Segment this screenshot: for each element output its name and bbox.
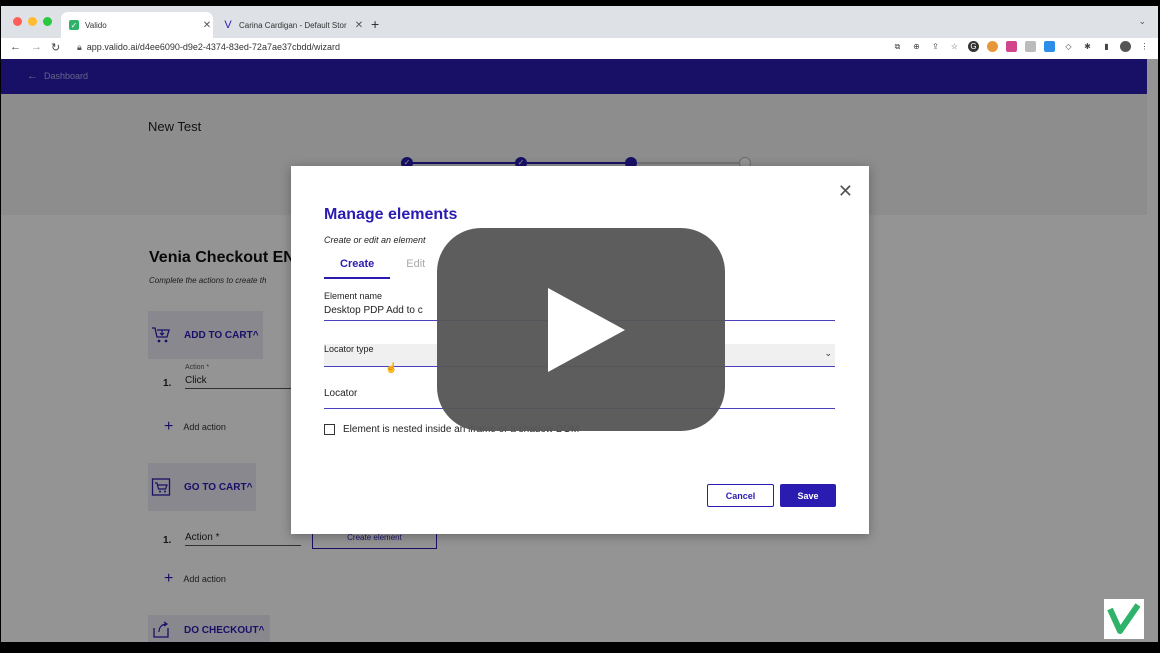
tab-title: Carina Cardigan - Default Stor	[239, 20, 347, 30]
hand-cursor-icon: ☝	[385, 363, 398, 374]
extension-g-icon[interactable]: G	[968, 41, 979, 52]
url-field[interactable]: 🔒︎ app.valido.ai/d4ee6090-d9e2-4374-83ed-…	[77, 42, 340, 53]
minimize-window-button[interactable]	[28, 17, 37, 26]
iframe-checkbox[interactable]	[324, 424, 335, 435]
sidebar-toggle-icon[interactable]: ▮	[1101, 41, 1112, 52]
tab-title: Valido	[85, 20, 107, 30]
address-bar: ← → ↻ 🔒︎ app.valido.ai/d4ee6090-d9e2-4374…	[1, 38, 1158, 60]
browser-window: ✓ Valido ✕ V Carina Cardigan - Default S…	[1, 6, 1158, 642]
cancel-button[interactable]: Cancel	[707, 484, 774, 507]
extension-blue-icon[interactable]	[1044, 41, 1055, 52]
save-button[interactable]: Save	[780, 484, 836, 507]
profile-avatar[interactable]	[1120, 41, 1131, 52]
bookmark-star-icon[interactable]: ☆	[949, 41, 960, 52]
browser-menu-icon[interactable]: ⋮	[1139, 41, 1150, 52]
reload-icon[interactable]: ↻	[51, 41, 60, 54]
zoom-icon[interactable]: ⊕	[911, 41, 922, 52]
valido-favicon-icon: ✓	[69, 20, 79, 30]
tab-edit[interactable]: Edit	[390, 258, 441, 279]
browser-tab-valido[interactable]: ✓ Valido ✕	[61, 12, 213, 38]
extension-cookie-icon[interactable]	[987, 41, 998, 52]
url-text: app.valido.ai/d4ee6090-d9e2-4374-83ed-72…	[86, 42, 340, 52]
tab-bar: ✓ Valido ✕ V Carina Cardigan - Default S…	[1, 6, 1158, 38]
close-tab-icon[interactable]: ✕	[353, 20, 365, 31]
extension-gray-icon[interactable]	[1025, 41, 1036, 52]
dialog-tabs: Create Edit	[324, 258, 441, 279]
share-icon[interactable]: ⇪	[930, 41, 941, 52]
lock-icon: 🔒︎	[77, 42, 82, 52]
maximize-window-button[interactable]	[43, 17, 52, 26]
back-arrow-icon[interactable]: ←	[10, 41, 21, 53]
valido-logo	[1104, 599, 1144, 639]
close-window-button[interactable]	[13, 17, 22, 26]
open-in-app-icon[interactable]: ⧉	[892, 41, 903, 52]
extension-pink-icon[interactable]	[1006, 41, 1017, 52]
close-icon[interactable]: ✕	[838, 182, 853, 200]
tab-search-chevron-icon[interactable]: ⌄	[1138, 16, 1146, 27]
store-favicon-icon: V	[224, 19, 232, 31]
extension-toolbar: ⧉ ⊕ ⇪ ☆ G ◇ ✱ ▮ ⋮	[892, 41, 1150, 52]
extensions-puzzle-icon[interactable]: ✱	[1082, 41, 1093, 52]
dialog-title: Manage elements	[324, 206, 458, 223]
video-play-button[interactable]	[437, 228, 725, 431]
dialog-subtitle: Create or edit an element	[324, 235, 426, 245]
browser-tab-store[interactable]: V Carina Cardigan - Default Stor ✕	[215, 12, 365, 38]
close-tab-icon[interactable]: ✕	[201, 20, 213, 31]
tab-create[interactable]: Create	[324, 258, 391, 279]
new-tab-icon[interactable]: +	[371, 16, 379, 32]
extension-diamond-icon[interactable]: ◇	[1063, 41, 1074, 52]
window-controls	[13, 17, 52, 26]
play-icon	[548, 288, 625, 372]
chevron-down-icon: ⌄	[824, 348, 832, 358]
forward-arrow-icon[interactable]: →	[31, 41, 42, 53]
